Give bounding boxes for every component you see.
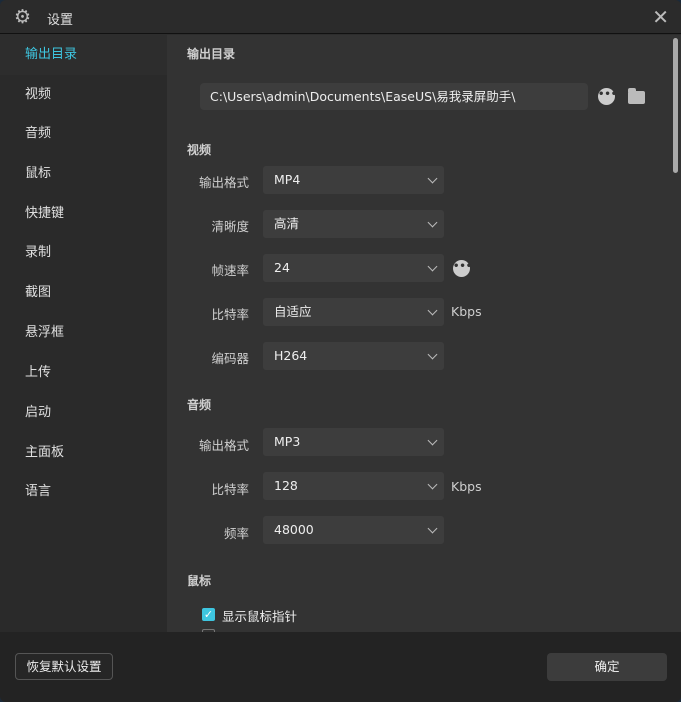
audio-bitrate-value: 128 <box>274 478 298 493</box>
window-title: 设置 <box>47 13 74 28</box>
audio-freq-label: 频率 <box>223 526 249 541</box>
audio-freq-value: 48000 <box>274 522 314 537</box>
video-fps-value: 24 <box>274 260 290 275</box>
more-icon[interactable]: ••• <box>598 88 617 105</box>
video-format-select[interactable]: MP4 <box>263 166 444 194</box>
chevron-down-icon <box>427 261 438 272</box>
video-bitrate-select[interactable]: 自适应 <box>263 298 444 326</box>
video-encoder-label: 编码器 <box>211 351 249 366</box>
chevron-down-icon <box>427 435 438 446</box>
video-bitrate-unit: Kbps <box>451 304 482 319</box>
video-fps-select[interactable]: 24 <box>263 254 444 282</box>
sidebar-item-screenshot[interactable]: 截图 <box>0 273 167 313</box>
video-bitrate-label: 比特率 <box>211 307 249 322</box>
audio-bitrate-unit: Kbps <box>451 479 482 494</box>
audio-format-select[interactable]: MP3 <box>263 428 444 456</box>
audio-freq-select[interactable]: 48000 <box>263 516 444 544</box>
close-icon[interactable]: ✕ <box>652 5 669 29</box>
show-pointer-label: 显示鼠标指针 <box>222 609 298 624</box>
gear-icon: ⚙ <box>14 6 32 28</box>
video-bitrate-value: 自适应 <box>274 304 312 319</box>
chevron-down-icon <box>427 305 438 316</box>
sidebar-item-startup[interactable]: 启动 <box>0 393 167 433</box>
audio-bitrate-select[interactable]: 128 <box>263 472 444 500</box>
chevron-down-icon <box>427 523 438 534</box>
video-encoder-select[interactable]: H264 <box>263 342 444 370</box>
sidebar-item-main-panel[interactable]: 主面板 <box>0 433 167 473</box>
fps-more-icon[interactable]: ••• <box>453 260 472 277</box>
chevron-down-icon <box>427 217 438 228</box>
footer: 恢复默认设置 确定 <box>0 632 681 702</box>
show-pointer-checkbox[interactable]: ✓ <box>202 608 215 621</box>
video-quality-select[interactable]: 高清 <box>263 210 444 238</box>
video-format-value: MP4 <box>274 172 301 187</box>
output-path-input[interactable]: C:\Users\admin\Documents\EaseUS\易我录屏助手\ <box>200 83 588 110</box>
sidebar-item-audio[interactable]: 音频 <box>0 114 167 154</box>
section-mouse-title: 鼠标 <box>187 574 212 588</box>
video-encoder-value: H264 <box>274 348 308 363</box>
folder-icon[interactable] <box>628 88 645 104</box>
section-output-title: 输出目录 <box>187 47 236 61</box>
sidebar-item-mouse[interactable]: 鼠标 <box>0 154 167 194</box>
sidebar-item-output[interactable]: 输出目录 <box>0 35 167 75</box>
title-bar: ⚙ 设置 ✕ <box>0 0 681 34</box>
sidebar-item-record[interactable]: 录制 <box>0 233 167 273</box>
scrollbar[interactable] <box>673 38 678 173</box>
audio-format-label: 输出格式 <box>198 438 249 453</box>
section-audio-title: 音频 <box>187 398 212 412</box>
settings-window: ⚙ 设置 ✕ 输出目录 视频 音频 鼠标 快捷键 录制 截图 悬浮框 上传 启动… <box>0 0 681 702</box>
video-fps-label: 帧速率 <box>211 263 249 278</box>
chevron-down-icon <box>427 479 438 490</box>
video-format-label: 输出格式 <box>198 175 249 190</box>
chevron-down-icon <box>427 173 438 184</box>
sidebar-item-upload[interactable]: 上传 <box>0 353 167 393</box>
reset-defaults-button[interactable]: 恢复默认设置 <box>15 653 113 680</box>
video-quality-label: 清晰度 <box>211 219 249 234</box>
sidebar-item-language[interactable]: 语言 <box>0 472 167 512</box>
sidebar-item-floating[interactable]: 悬浮框 <box>0 313 167 353</box>
sidebar-item-video[interactable]: 视频 <box>0 75 167 115</box>
sidebar-item-hotkeys[interactable]: 快捷键 <box>0 194 167 234</box>
section-video-title: 视频 <box>187 143 212 157</box>
video-quality-value: 高清 <box>274 216 300 231</box>
ok-button[interactable]: 确定 <box>547 653 667 681</box>
chevron-down-icon <box>427 349 438 360</box>
audio-format-value: MP3 <box>274 434 301 449</box>
audio-bitrate-label: 比特率 <box>211 482 249 497</box>
settings-content: 输出目录 C:\Users\admin\Documents\EaseUS\易我录… <box>167 35 681 632</box>
sidebar: 输出目录 视频 音频 鼠标 快捷键 录制 截图 悬浮框 上传 启动 主面板 语言 <box>0 35 167 632</box>
